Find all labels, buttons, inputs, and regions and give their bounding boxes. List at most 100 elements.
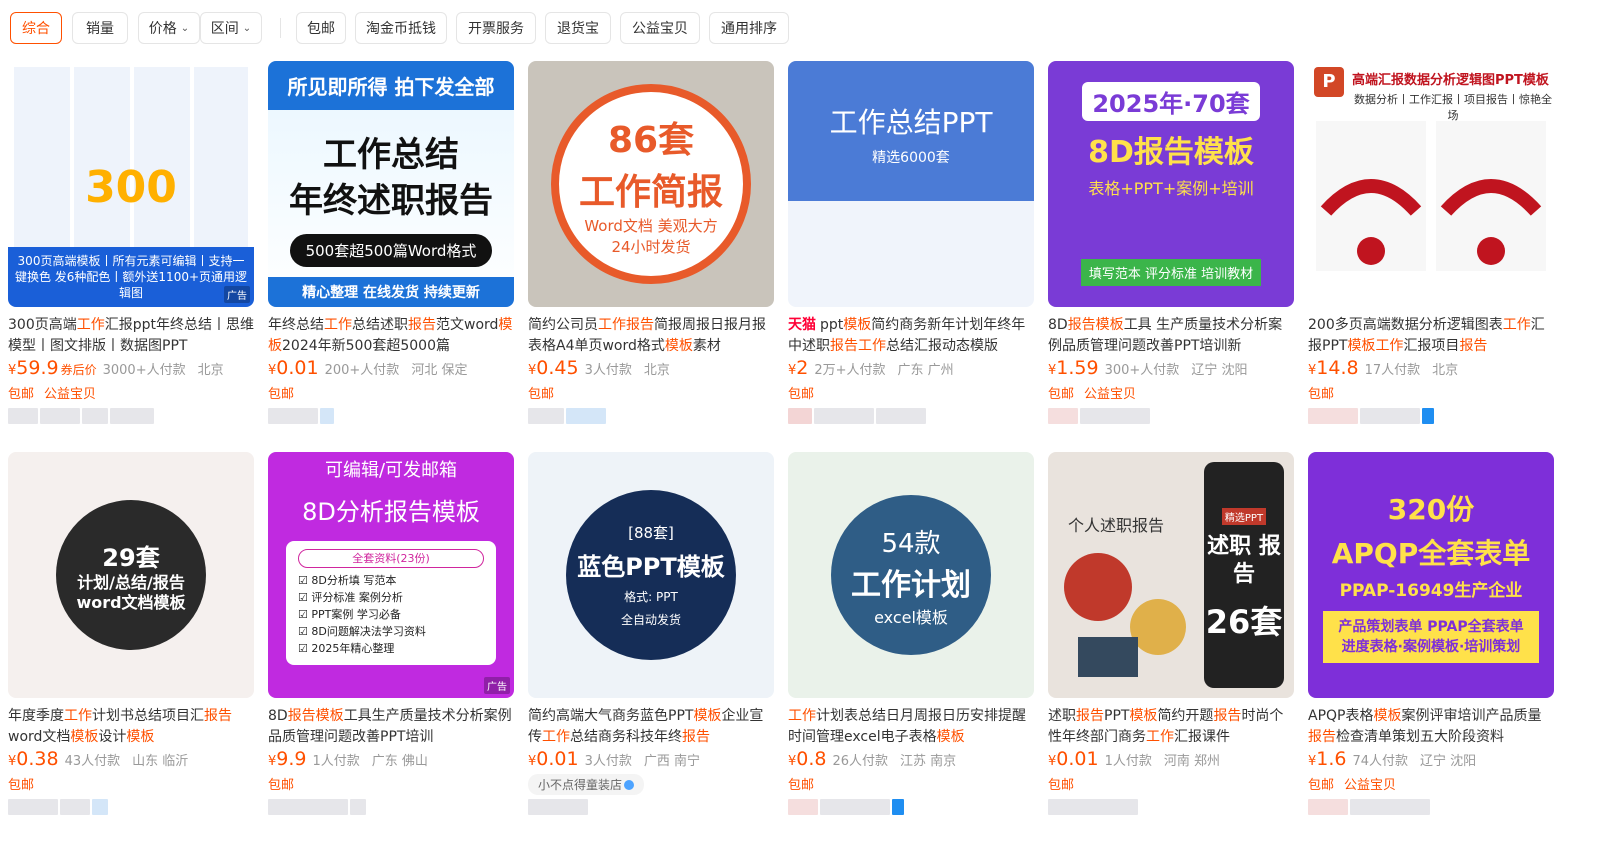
product-title[interactable]: 工作计划表总结日月周报日历安排提醒时间管理excel电子表格模板 <box>788 706 1034 748</box>
price-row: ¥0.01 200+人付款 河北 保定 <box>268 357 514 381</box>
shop-name-text: 小不点得童装店 <box>538 778 623 792</box>
product-card[interactable]: 320份 APQP全套表单 PPAP-16949生产企业 产品策划表单 PPAP… <box>1308 452 1554 832</box>
shop-name[interactable]: 小不点得童装店 <box>528 774 645 795</box>
product-card[interactable]: [88套] 蓝色PPT模板 格式: PPT 全自动发货 简约高端大气商务蓝色PP… <box>528 452 774 832</box>
shop-name-blurred[interactable] <box>788 405 958 427</box>
product-title[interactable]: 200多页高端数据分析逻辑图表工作汇报PPT模板工作汇报项目报告 <box>1308 315 1554 357</box>
blur-block <box>814 408 874 424</box>
filter-price[interactable]: 价格 ⌄ <box>138 12 200 44</box>
shop-name-blurred[interactable] <box>1308 405 1478 427</box>
thumb-count: [88套] <box>628 524 674 542</box>
filter-sales[interactable]: 销量 <box>72 12 128 44</box>
shop-name-blurred[interactable] <box>8 405 178 427</box>
blur-block <box>40 408 80 424</box>
product-image[interactable]: 可编辑/可发邮箱 8D分析报告模板 全套资料(23份) ☑ 8D分析填 写范本 … <box>268 452 514 698</box>
filter-invoice[interactable]: 开票服务 <box>456 12 536 44</box>
title-part: 范文word <box>436 317 499 333</box>
product-card[interactable]: 工作总结PPT 精选6000套 天猫 ppt模板简约商务新年计划年终年中述职报告工… <box>788 61 1034 441</box>
product-title[interactable]: 天猫 ppt模板简约商务新年计划年终年中述职报告工作总结汇报动态模版 <box>788 315 1034 357</box>
product-card[interactable]: 2025年·70套 8D报告模板 表格+PPT+案例+培训 填写范本 评分标准 … <box>1048 61 1294 441</box>
thumb-badge-circle: [88套] 蓝色PPT模板 格式: PPT 全自动发货 <box>566 490 736 660</box>
product-title[interactable]: 年度季度工作计划书总结项目汇报告word文档模板设计模板 <box>8 706 254 748</box>
shop-badge-icon <box>624 780 635 790</box>
shop-name-blurred[interactable] <box>8 796 178 818</box>
price-row: ¥9.9 1人付款 广东 佛山 <box>268 748 514 772</box>
thumb-headline: 8D报告模板 <box>1088 135 1254 170</box>
product-image[interactable]: [88套] 蓝色PPT模板 格式: PPT 全自动发货 <box>528 452 774 698</box>
product-card[interactable]: 可编辑/可发邮箱 8D分析报告模板 全套资料(23份) ☑ 8D分析填 写范本 … <box>268 452 514 832</box>
title-keyword: 报告 <box>204 708 232 724</box>
product-card[interactable]: 个人述职报告 精选PPT 述职 报告 26套 述职报告PPT模板简约开题报告时尚… <box>1048 452 1294 832</box>
checklist-item: ☑ 评分标准 案例分析 <box>298 589 484 606</box>
thumb-headline: 工作总结 <box>323 134 459 175</box>
filter-general-sort[interactable]: 通用排序 <box>709 12 789 44</box>
service-tags: 包邮 <box>788 774 824 793</box>
sold-count: 17人付款 <box>1364 363 1421 378</box>
filter-charity[interactable]: 公益宝贝 <box>620 12 700 44</box>
product-title[interactable]: 简约公司员工作报告简报周报日报月报表格A4单页word格式模板素材 <box>528 315 774 357</box>
filter-return-insurance[interactable]: 退货宝 <box>545 12 611 44</box>
checklist-item: ☑ PPT案例 学习必备 <box>298 606 484 623</box>
product-image[interactable]: 86套 工作简报 Word文档 美观大方 24小时发货 <box>528 61 774 307</box>
product-card[interactable]: 29套 计划/总结/报告 word文档模板 年度季度工作计划书总结项目汇报告 wo… <box>8 452 254 832</box>
product-card[interactable]: 300 300页高端模板丨所有元素可编辑丨支持一键换色 发6种配色丨额外送110… <box>8 61 254 441</box>
service-tags: 包邮 <box>268 383 304 402</box>
product-image[interactable]: 320份 APQP全套表单 PPAP-16949生产企业 产品策划表单 PPAP… <box>1308 452 1554 698</box>
product-image[interactable]: 2025年·70套 8D报告模板 表格+PPT+案例+培训 填写范本 评分标准 … <box>1048 61 1294 307</box>
thumb-diagram <box>1316 121 1546 271</box>
product-card[interactable]: P 高端汇报数据分析逻辑图PPT模板 数据分析丨工作汇报丨项目报告丨惊艳全场 2… <box>1308 61 1554 441</box>
filter-range[interactable]: 区间 ⌄ <box>200 12 262 44</box>
shop-name-blurred[interactable] <box>1308 796 1478 818</box>
product-title[interactable]: 简约高端大气商务蓝色PPT模板企业宣传工作总结商务科技年终报告 <box>528 706 774 748</box>
filter-comprehensive[interactable]: 综合 <box>10 12 62 44</box>
product-title[interactable]: 8D报告模板工具生产质量技术分析案例品质管理问题改善PPT培训 <box>268 706 514 748</box>
title-keyword: 工作 <box>542 729 570 745</box>
thumb-count: 320份 <box>1387 492 1475 526</box>
title-keyword: 工作 <box>64 708 92 724</box>
product-image[interactable]: 29套 计划/总结/报告 word文档模板 <box>8 452 254 698</box>
thumb-headline: 8D分析报告模板 <box>302 497 480 526</box>
location: 广东 广州 <box>897 363 954 378</box>
check-icon: ☑ <box>298 641 312 655</box>
product-image[interactable]: 所见即所得 拍下发全部 工作总结 年终述职报告 500套超500篇Word格式 … <box>268 61 514 307</box>
title-part: 设计 <box>98 729 127 745</box>
sold-count: 1人付款 <box>312 754 360 769</box>
shop-name-blurred[interactable] <box>788 796 958 818</box>
thumb-headline: APQP全套表单 <box>1331 536 1531 570</box>
product-card[interactable]: 86套 工作简报 Word文档 美观大方 24小时发货 简约公司员工作报告简报周… <box>528 61 774 441</box>
product-card[interactable]: 54款 工作计划 excel模板 工作计划表总结日月周报日历安排提醒时间管理ex… <box>788 452 1034 832</box>
product-title[interactable]: 300页高端工作汇报ppt年终总结丨思维模型丨图文排版丨数据图PPT <box>8 315 254 357</box>
product-image[interactable]: 300 300页高端模板丨所有元素可编辑丨支持一键换色 发6种配色丨额外送110… <box>8 61 254 307</box>
shop-name-blurred[interactable] <box>1048 796 1218 818</box>
product-title[interactable]: APQP表格模板案例评审培训产品质量报告检查清单策划五大阶段资料 <box>1308 706 1554 748</box>
shop-name-blurred[interactable] <box>528 796 698 818</box>
title-part: 简约公司员 <box>528 317 598 333</box>
price-value: 0.01 <box>536 748 579 770</box>
price-value: 0.45 <box>536 357 579 379</box>
chevron-down-icon: ⌄ <box>242 22 252 34</box>
filter-free-shipping[interactable]: 包邮 <box>296 12 346 44</box>
filter-taojinbi[interactable]: 淘金币抵钱 <box>355 12 447 44</box>
product-image[interactable]: 工作总结PPT 精选6000套 <box>788 61 1034 307</box>
thumb-bottom-banner: 精心整理 在线发货 持续更新 <box>268 277 514 307</box>
product-title[interactable]: 述职报告PPT模板简约开题报告时尚个性年终部门商务工作汇报课件 <box>1048 706 1294 748</box>
price: ¥0.01 <box>528 748 579 770</box>
shop-name-blurred[interactable] <box>1048 405 1218 427</box>
product-title[interactable]: 8D报告模板工具 生产质量技术分析案例品质管理问题改善PPT培训新 <box>1048 315 1294 357</box>
title-part: ppt <box>820 317 844 333</box>
title-part: 计划表总结日月周报日历安排提醒时间管理excel电子表格 <box>788 708 1026 745</box>
blur-block <box>1350 799 1430 815</box>
thumb-decoration <box>1064 553 1186 677</box>
price: ¥59.9 <box>8 357 59 379</box>
shop-name-blurred[interactable] <box>268 405 438 427</box>
product-image[interactable]: P 高端汇报数据分析逻辑图PPT模板 数据分析丨工作汇报丨项目报告丨惊艳全场 <box>1308 61 1554 307</box>
shop-name-blurred[interactable] <box>268 796 438 818</box>
title-keyword: 工作 <box>788 708 816 724</box>
product-image[interactable]: 个人述职报告 精选PPT 述职 报告 26套 <box>1048 452 1294 698</box>
product-image[interactable]: 54款 工作计划 excel模板 <box>788 452 1034 698</box>
product-title[interactable]: 年终总结工作总结述职报告范文word模板2024年新500套超5000篇 <box>268 315 514 357</box>
product-card[interactable]: 所见即所得 拍下发全部 工作总结 年终述职报告 500套超500篇Word格式 … <box>268 61 514 441</box>
thumb-headline: 高端汇报数据分析逻辑图PPT模板 <box>1352 73 1549 88</box>
shop-name-blurred[interactable] <box>528 405 698 427</box>
checklist-text: 评分标准 案例分析 <box>311 590 403 604</box>
